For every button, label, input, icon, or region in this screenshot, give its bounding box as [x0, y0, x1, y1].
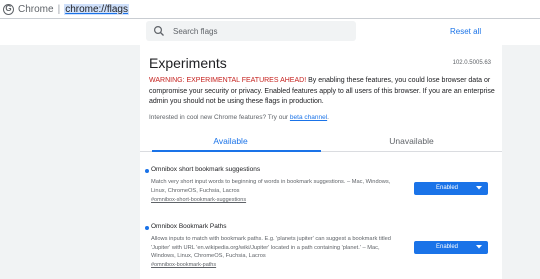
chevron-down-icon — [476, 186, 482, 190]
flags-header: Reset all — [0, 19, 540, 45]
active-tab-indicator — [152, 150, 321, 152]
warning-heading: WARNING: EXPERIMENTAL FEATURES AHEAD! — [149, 77, 307, 84]
flag-status-dot-icon — [145, 226, 149, 230]
chrome-logo-icon[interactable]: G — [3, 3, 14, 15]
omnibox-url[interactable]: chrome://flags — [64, 3, 129, 15]
interest-suffix: . — [327, 114, 329, 121]
search-icon — [153, 25, 165, 37]
omnibox-separator: | — [57, 3, 61, 15]
flag-description: Match very short input words to beginnin… — [151, 179, 391, 194]
flag-description: Allows inputs to match with bookmark pat… — [151, 236, 391, 259]
flag-anchor-link[interactable]: #omnibox-bookmark-paths — [151, 262, 216, 268]
flag-state-value: Enabled — [436, 185, 459, 191]
omnibox[interactable]: G Chrome | chrome://flags — [0, 0, 540, 19]
tab-available[interactable]: Available — [140, 130, 321, 152]
flag-state-select[interactable]: Enabled — [414, 241, 488, 254]
warning-text: WARNING: EXPERIMENTAL FEATURES AHEAD! By… — [149, 76, 495, 108]
chevron-down-icon — [476, 245, 482, 249]
tab-bar: Available Unavailable — [140, 130, 502, 152]
flag-anchor-link[interactable]: #omnibox-short-bookmark-suggestions — [151, 197, 246, 203]
interest-prefix: Interested in cool new Chrome features? … — [149, 114, 290, 121]
tab-unavailable[interactable]: Unavailable — [321, 130, 502, 152]
omnibox-site-label: Chrome — [18, 3, 54, 15]
search-box[interactable] — [146, 21, 356, 41]
interest-text: Interested in cool new Chrome features? … — [149, 114, 329, 121]
search-input[interactable] — [171, 25, 345, 37]
beta-channel-link[interactable]: beta channel — [290, 114, 327, 121]
page-title: Experiments — [149, 55, 227, 71]
experiments-panel: Experiments 102.0.5005.63 WARNING: EXPER… — [140, 45, 502, 279]
version-label: 102.0.5005.63 — [452, 60, 491, 66]
flag-state-value: Enabled — [436, 244, 459, 250]
flag-name: Omnibox short bookmark suggestions — [151, 166, 261, 173]
flag-state-select[interactable]: Enabled — [414, 182, 488, 195]
reset-all-button[interactable]: Reset all — [450, 24, 481, 38]
flag-name: Omnibox Bookmark Paths — [151, 223, 227, 230]
flag-status-dot-icon — [145, 169, 149, 173]
